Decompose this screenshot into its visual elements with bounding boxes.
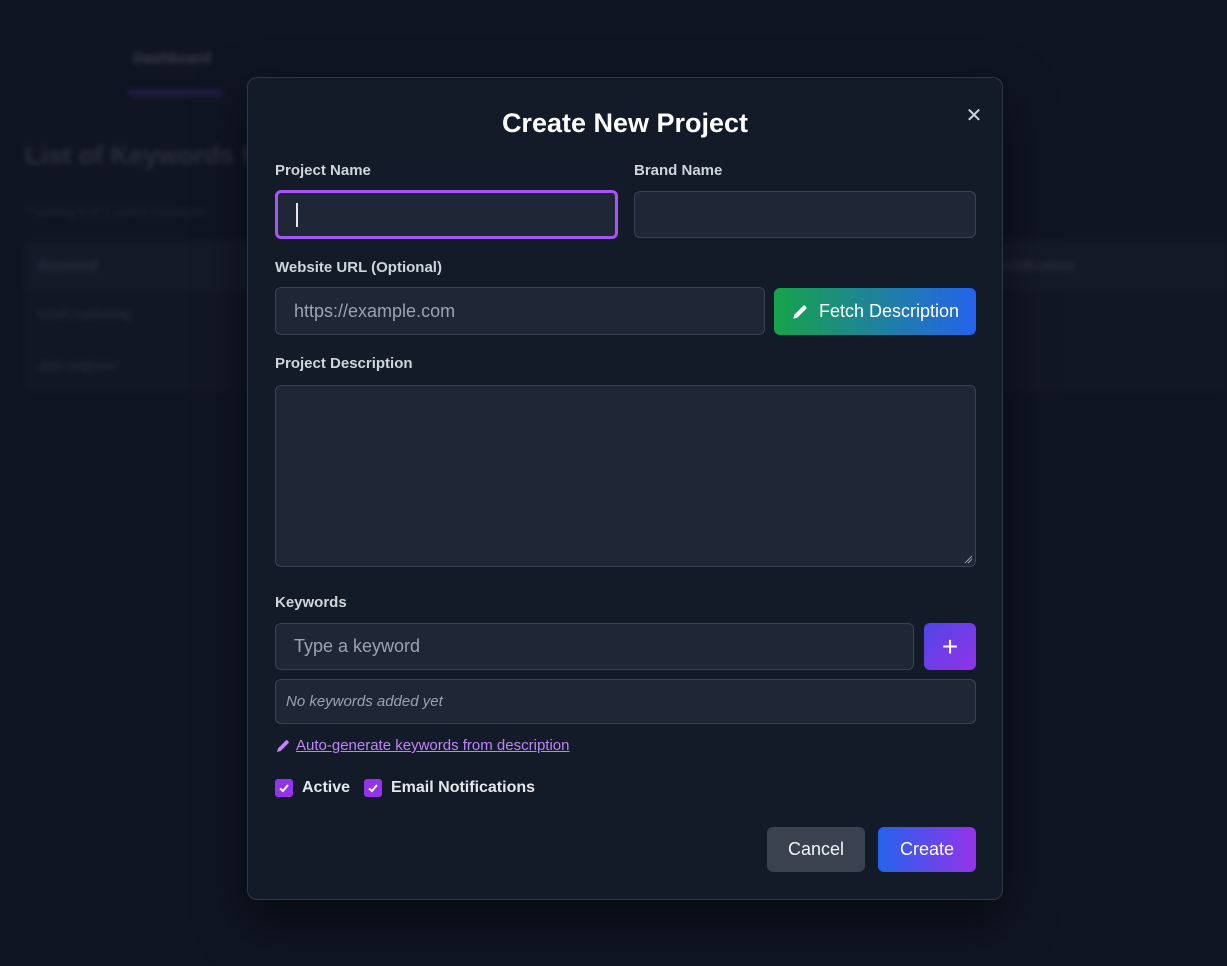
project-description-label: Project Description	[275, 355, 413, 372]
text-cursor	[296, 202, 298, 227]
modal-title: Create New Project	[501, 108, 749, 138]
close-icon[interactable]: ✕	[964, 106, 984, 126]
website-url-label: Website URL (Optional)	[275, 259, 442, 276]
checkmark-icon	[279, 784, 289, 793]
active-checkbox[interactable]	[275, 779, 293, 797]
checkmark-icon	[368, 784, 378, 793]
fetch-description-button[interactable]: Fetch Description	[774, 288, 976, 335]
keywords-empty-text: No keywords added yet	[286, 693, 443, 710]
pencil-icon	[793, 305, 807, 319]
auto-generate-keywords-link[interactable]: Auto-generate keywords from description	[275, 737, 569, 754]
project-description-textarea[interactable]	[275, 385, 976, 567]
keywords-list: No keywords added yet	[275, 679, 976, 724]
email-notifications-checkbox-row[interactable]: Email Notifications	[364, 779, 535, 797]
website-url-placeholder: https://example.com	[294, 300, 456, 321]
pencil-icon	[277, 739, 289, 752]
keyword-input[interactable]: Type a keyword	[275, 623, 914, 670]
keywords-label: Keywords	[275, 594, 347, 611]
add-keyword-button[interactable]: +	[924, 623, 976, 670]
create-button[interactable]: Create	[878, 827, 976, 872]
create-project-modal: Create New Project ✕ Project Name Brand …	[247, 77, 1003, 900]
auto-generate-keywords-label: Auto-generate keywords from description	[296, 737, 570, 754]
project-name-input[interactable]	[275, 190, 618, 239]
resize-handle-icon[interactable]	[964, 555, 973, 564]
brand-name-input[interactable]	[634, 191, 976, 238]
cancel-button[interactable]: Cancel	[767, 827, 865, 872]
keyword-placeholder: Type a keyword	[294, 636, 421, 656]
website-url-input[interactable]: https://example.com	[275, 287, 765, 335]
email-notifications-label: Email Notifications	[391, 779, 536, 796]
brand-name-label: Brand Name	[634, 162, 723, 179]
email-notifications-checkbox[interactable]	[364, 779, 382, 797]
fetch-description-label: Fetch Description	[818, 301, 960, 321]
project-name-label: Project Name	[275, 162, 371, 179]
active-checkbox-row[interactable]: Active	[275, 779, 350, 797]
active-label: Active	[302, 779, 351, 796]
plus-icon: +	[941, 630, 959, 662]
